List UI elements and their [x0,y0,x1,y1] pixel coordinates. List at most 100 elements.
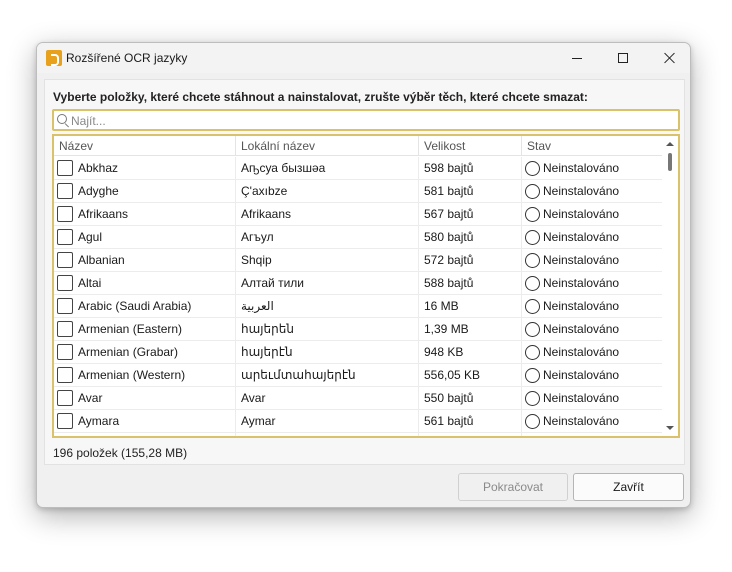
select-checkbox[interactable] [57,229,73,245]
select-checkbox[interactable] [57,413,73,429]
cell-size: 581 bajtů [419,180,522,202]
select-checkbox[interactable] [57,206,73,222]
status-radio-icon [525,344,540,360]
cell-status: Neinstalováno [522,318,664,340]
language-name: Avar [78,391,103,405]
status-radio-icon [525,321,540,337]
app-logo-icon [46,50,62,66]
cell-size: 567 bajtů [419,203,522,225]
table-row[interactable]: Agul Агъул 580 bajtů Neinstalováno [54,226,664,249]
search-box[interactable] [52,109,680,131]
select-checkbox[interactable] [57,298,73,314]
status-text: Neinstalováno [543,299,620,313]
title-bar[interactable]: Rozšířené OCR jazyky [37,43,690,73]
language-name: Agul [78,230,103,244]
select-checkbox[interactable] [57,344,73,360]
select-checkbox[interactable] [57,390,73,406]
close-button[interactable]: Zavřít [573,473,684,501]
status-radio-icon [525,437,540,439]
table-header: Název Lokální název Velikost Stav [54,136,664,156]
select-checkbox[interactable] [57,183,73,199]
status-radio-icon [525,229,540,245]
scrollbar-thumb[interactable] [668,153,672,171]
column-header-size[interactable]: Velikost [419,136,522,156]
cell-size: 556,05 KB [419,364,522,386]
cell-name: Abkhaz [54,157,236,179]
select-checkbox[interactable] [57,252,73,268]
table-row[interactable]: Avar Avar 550 bajtů Neinstalováno [54,387,664,410]
column-header-status[interactable]: Stav [522,136,664,156]
cell-local-name: Аҧсуа бызшәа [236,157,419,179]
language-name: Armenian (Grabar) [78,345,179,359]
table-row[interactable]: Armenian (Western) արեւմտահայերէն 556,05 K… [54,364,664,387]
table-row[interactable]: Albanian Shqip 572 bajtů Neinstalováno [54,249,664,272]
status-radio-icon [525,413,540,429]
cell-name: Armenian (Grabar) [54,341,236,363]
cell-size: 948 KB [419,341,522,363]
cell-status: Neinstalováno [522,272,664,294]
dialog-content: Vyberte položky, které chcete stáhnout a… [44,79,685,465]
cell-status: Neinstalováno [522,226,664,248]
status-radio-icon [525,275,540,291]
cell-name: Agul [54,226,236,248]
cell-status: Neinstalováno [522,364,664,386]
status-radio-icon [525,206,540,222]
select-checkbox[interactable] [57,160,73,176]
language-name: Azerbaijani (Cyrillic) [78,437,184,438]
scroll-up-icon[interactable] [666,142,674,146]
cell-size: 561 bajtů [419,410,522,432]
cell-local-name: արեւմտահայերէն [236,364,419,386]
cell-name: Armenian (Eastern) [54,318,236,340]
table-row[interactable]: Abkhaz Аҧсуа бызшәа 598 bajtů Neinstalováno [54,157,664,180]
cell-name: Arabic (Saudi Arabia) [54,295,236,317]
column-header-local-name[interactable]: Lokální název [236,136,419,156]
select-checkbox[interactable] [57,275,73,291]
status-text: Neinstalováno [543,322,620,336]
window-title: Rozšířené OCR jazyky [66,51,188,65]
search-input[interactable] [71,113,671,129]
cell-local-name: Ç'ахıbze [236,180,419,202]
select-checkbox[interactable] [57,436,73,438]
language-name: Arabic (Saudi Arabia) [78,299,192,313]
select-checkbox[interactable] [57,321,73,337]
maximize-icon [618,53,628,63]
cell-name: Azerbaijani (Cyrillic) [54,433,236,438]
status-radio-icon [525,252,540,268]
status-radio-icon [525,160,540,176]
cell-status: Neinstalováno [522,295,664,317]
close-window-button[interactable] [646,43,690,73]
status-text: Neinstalováno [543,345,620,359]
cell-size: 16 MB [419,295,522,317]
cell-name: Adyghe [54,180,236,202]
search-icon [57,114,67,124]
cell-local-name: Агъул [236,226,419,248]
cell-status: Neinstalováno [522,387,664,409]
table-row[interactable]: Aymara Aymar 561 bajtů Neinstalováno [54,410,664,433]
continue-button[interactable]: Pokračovat [458,473,568,501]
table-row[interactable]: Azerbaijani (Cyrillic) Азәрбајҹан (Cyrill… [54,433,664,439]
status-radio-icon [525,390,540,406]
table-row[interactable]: Armenian (Grabar) հայերէն 948 KB Neinstalov… [54,341,664,364]
status-radio-icon [525,298,540,314]
cell-local-name: Shqip [236,249,419,271]
vertical-scrollbar[interactable] [662,136,678,436]
language-name: Adyghe [78,184,119,198]
language-name: Abkhaz [78,161,119,175]
column-header-name[interactable]: Název [54,136,236,156]
table-row[interactable]: Altai Алтай тили 588 bajtů Neinstalováno [54,272,664,295]
table-row[interactable]: Adyghe Ç'ахıbze 581 bajtů Neinstalováno [54,180,664,203]
table-row[interactable]: Armenian (Eastern) հայերեն 1,39 MB Neinstal… [54,318,664,341]
status-text: Neinstalováno [543,391,620,405]
cell-local-name: العربية [236,295,419,317]
table-row[interactable]: Arabic (Saudi Arabia) العربية 16 MB Neinsta… [54,295,664,318]
scroll-down-icon[interactable] [666,426,674,430]
cell-size: 588 bajtů [419,272,522,294]
cell-local-name: հայերէն [236,341,419,363]
minimize-button[interactable] [554,43,600,73]
select-checkbox[interactable] [57,367,73,383]
maximize-button[interactable] [600,43,646,73]
table-row[interactable]: Afrikaans Afrikaans 567 bajtů Neinstalováno [54,203,664,226]
ocr-languages-dialog: Rozšířené OCR jazyky Vyberte položky, kt… [36,42,691,508]
cell-name: Altai [54,272,236,294]
status-text: Neinstalováno [543,230,620,244]
